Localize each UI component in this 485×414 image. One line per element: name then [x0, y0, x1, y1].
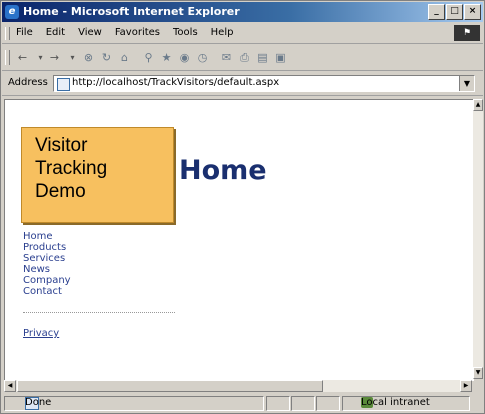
stop-icon[interactable]: ⊗ — [80, 49, 97, 66]
address-url: http://localhost/TrackVisitors/default.a… — [72, 77, 280, 88]
status-cell — [266, 396, 290, 411]
maximize-button[interactable]: □ — [446, 4, 463, 20]
minimize-button[interactable]: _ — [428, 4, 445, 20]
scroll-left-icon[interactable]: ◀ — [4, 380, 16, 392]
forward-dropdown-icon[interactable]: ▾ — [64, 49, 81, 66]
discuss-icon[interactable]: ▣ — [272, 49, 289, 66]
logo-line: Demo — [35, 181, 86, 202]
nav-divider — [23, 312, 175, 313]
scroll-thumb[interactable] — [17, 380, 323, 392]
site-logo: Visitor Tracking Demo — [21, 127, 174, 223]
history-icon[interactable]: ◷ — [194, 49, 211, 66]
menu-bar: File Edit View Favorites Tools Help ⚑ — [2, 24, 483, 44]
ie-logo-icon: e — [5, 5, 19, 19]
mail-icon[interactable]: ✉ — [218, 49, 235, 66]
menu-file[interactable]: File — [16, 27, 33, 38]
title-bar: e Home - Microsoft Internet Explorer _ □… — [2, 2, 483, 22]
window-controls: _ □ × — [428, 4, 481, 20]
nav-home[interactable]: Home — [23, 231, 71, 242]
scroll-up-icon[interactable]: ▲ — [473, 99, 483, 111]
home-icon[interactable]: ⌂ — [116, 49, 133, 66]
menu-items: File Edit View Favorites Tools Help — [16, 27, 233, 38]
back-icon[interactable]: ← — [14, 49, 31, 66]
site-nav: Home Products Services News Company Cont… — [23, 231, 71, 297]
menu-view[interactable]: View — [78, 27, 102, 38]
vertical-scrollbar[interactable]: ▲ ▼ — [473, 99, 483, 379]
address-dropdown-icon[interactable]: ▼ — [459, 76, 474, 91]
browser-window: e Home - Microsoft Internet Explorer _ □… — [0, 0, 485, 414]
page-content: Visitor Tracking Demo Home Home Products… — [4, 99, 474, 381]
status-bar: Done Local intranet — [2, 394, 483, 412]
menu-favorites[interactable]: Favorites — [115, 27, 160, 38]
window-title: Home - Microsoft Internet Explorer — [23, 5, 240, 18]
page-icon — [57, 78, 70, 91]
address-input[interactable]: http://localhost/TrackVisitors/default.a… — [53, 75, 475, 92]
privacy-link[interactable]: Privacy — [23, 328, 59, 339]
scroll-right-icon[interactable]: ▶ — [460, 380, 472, 392]
menu-help[interactable]: Help — [211, 27, 234, 38]
menu-grip[interactable] — [5, 27, 10, 40]
nav-services[interactable]: Services — [23, 253, 71, 264]
status-cell — [291, 396, 315, 411]
edit-icon[interactable]: ▤ — [254, 49, 271, 66]
nav-products[interactable]: Products — [23, 242, 71, 253]
windows-flag-icon: ⚑ — [454, 25, 480, 41]
close-button[interactable]: × — [464, 4, 481, 20]
standard-toolbar: ← ▾ → ▾ ⊗ ↻ ⌂ ⚲ ★ ◉ ◷ ✉ ⎙ ▤ ▣ — [2, 45, 483, 71]
logo-line: Tracking — [35, 158, 108, 179]
address-label: Address — [8, 77, 48, 88]
nav-company[interactable]: Company — [23, 275, 71, 286]
status-text-panel: Done — [4, 396, 264, 411]
status-cell — [316, 396, 340, 411]
address-bar: Address http://localhost/TrackVisitors/d… — [2, 73, 483, 96]
toolbar-grip[interactable] — [5, 50, 10, 65]
logo-line: Visitor — [35, 135, 88, 156]
print-icon[interactable]: ⎙ — [236, 49, 253, 66]
security-zone: Local intranet — [342, 396, 470, 411]
nav-news[interactable]: News — [23, 264, 71, 275]
menu-tools[interactable]: Tools — [173, 27, 198, 38]
nav-contact[interactable]: Contact — [23, 286, 71, 297]
status-text: Done — [25, 397, 52, 408]
scroll-down-icon[interactable]: ▼ — [473, 367, 483, 379]
forward-icon[interactable]: → — [46, 49, 63, 66]
refresh-icon[interactable]: ↻ — [98, 49, 115, 66]
page-heading: Home — [179, 155, 267, 186]
menu-edit[interactable]: Edit — [46, 27, 65, 38]
favorites-icon[interactable]: ★ — [158, 49, 175, 66]
media-icon[interactable]: ◉ — [176, 49, 193, 66]
search-icon[interactable]: ⚲ — [140, 49, 157, 66]
zone-text: Local intranet — [361, 397, 430, 408]
horizontal-scrollbar[interactable]: ◀ ▶ — [4, 380, 472, 392]
